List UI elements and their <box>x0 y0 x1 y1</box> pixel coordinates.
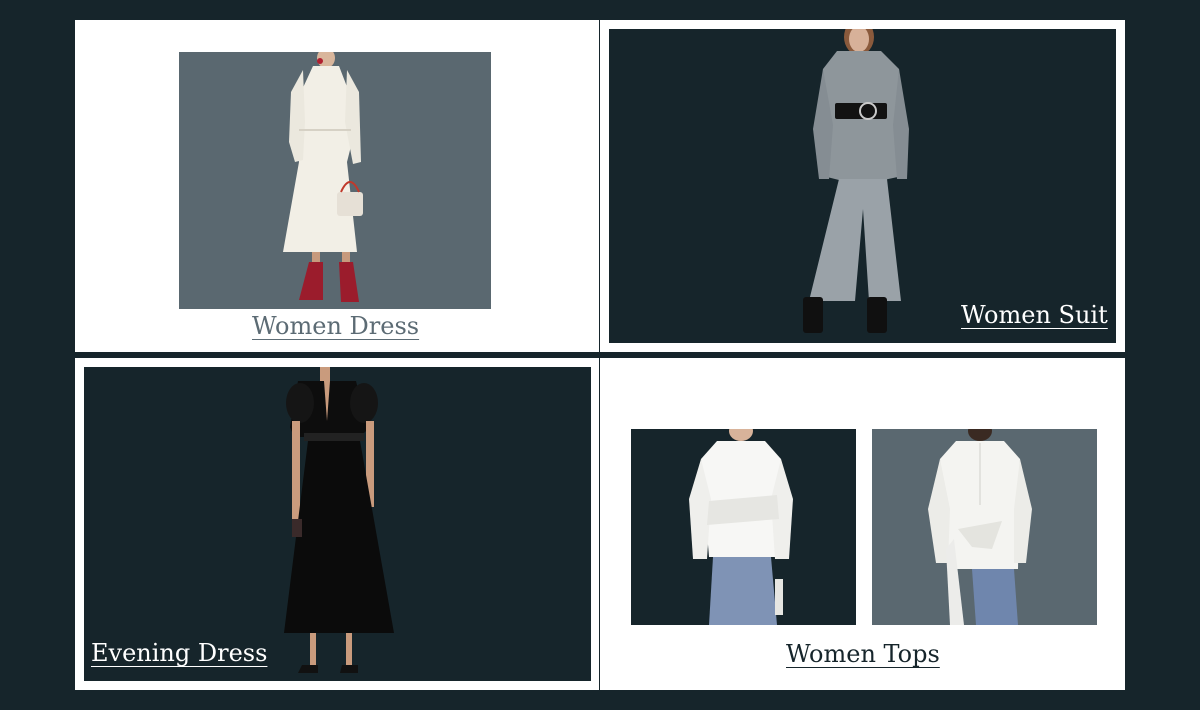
women-dress-link[interactable]: Women Dress <box>252 312 419 340</box>
women-dress-tile[interactable]: Women Dress <box>75 20 599 352</box>
women-top-front-image[interactable] <box>631 429 856 625</box>
women-suit-link[interactable]: Women Suit <box>961 301 1108 329</box>
women-dress-image[interactable] <box>179 52 491 309</box>
women-top-back-image[interactable] <box>872 429 1097 625</box>
women-suit-tile[interactable]: Women Suit <box>600 20 1125 352</box>
women-tops-tile[interactable]: Women Tops <box>600 358 1125 690</box>
evening-dress-link[interactable]: Evening Dress <box>91 639 267 667</box>
women-tops-link[interactable]: Women Tops <box>786 640 940 668</box>
evening-dress-tile[interactable]: Evening Dress <box>75 358 599 690</box>
evening-dress-image[interactable] <box>84 367 591 681</box>
women-suit-image[interactable] <box>609 29 1116 343</box>
